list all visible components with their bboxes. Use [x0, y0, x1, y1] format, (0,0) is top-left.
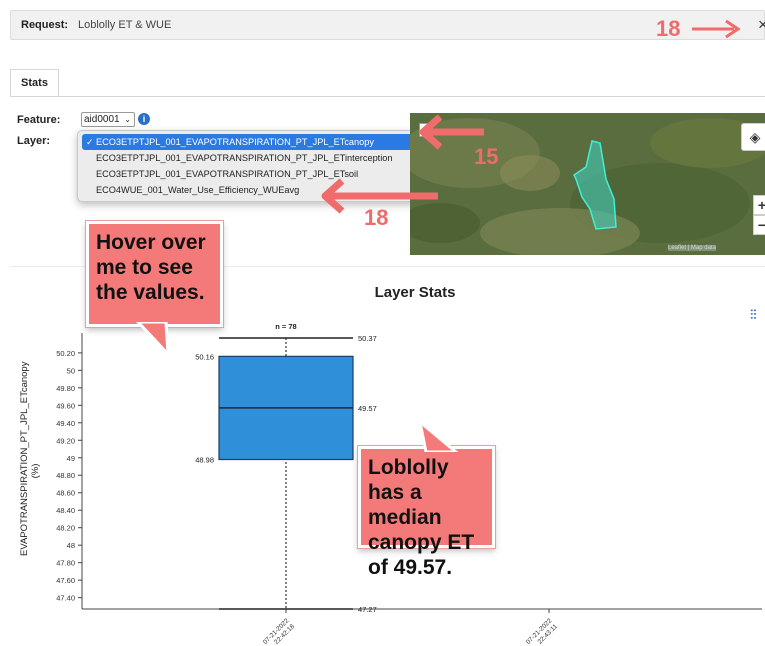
median-callout-bubble-tail	[417, 418, 459, 452]
y-tick-label: 48.40	[56, 506, 75, 515]
x-tick-label: 07-21-202222:42:18	[262, 617, 296, 646]
hover-hint-bubble-tail	[135, 322, 170, 359]
median-callout-bubble: Loblolly has a median canopy ET of 49.57…	[358, 446, 495, 579]
q3-value-label: 50.16	[195, 352, 214, 361]
y-tick-label: 49.20	[56, 436, 75, 445]
y-tick-label: 47.80	[56, 559, 75, 568]
min-value-label: 47.27	[358, 605, 377, 614]
max-value-label: 50.37	[358, 334, 377, 343]
y-tick-label: 48.80	[56, 471, 75, 480]
y-tick-label: 49.80	[56, 384, 75, 393]
y-tick-label: 50	[67, 366, 75, 375]
y-tick-label: 49	[67, 454, 75, 463]
y-tick-label: 48	[67, 541, 75, 550]
q1-value-label: 48.98	[195, 456, 214, 465]
y-tick-label: 49.40	[56, 419, 75, 428]
median-value-label: 49.57	[358, 404, 377, 413]
y-tick-label: 47.40	[56, 594, 75, 603]
hover-hint-bubble: Hover over me to see the values.	[86, 221, 223, 327]
y-tick-label: 48.60	[56, 489, 75, 498]
x-tick-label: 07-21-202222:43:11	[525, 617, 559, 646]
y-tick-label: 47.60	[56, 576, 75, 585]
y-tick-label: 49.60	[56, 401, 75, 410]
n-count-label: n = 78	[275, 322, 296, 331]
y-tick-label: 50.20	[56, 349, 75, 358]
y-tick-label: 48.20	[56, 524, 75, 533]
